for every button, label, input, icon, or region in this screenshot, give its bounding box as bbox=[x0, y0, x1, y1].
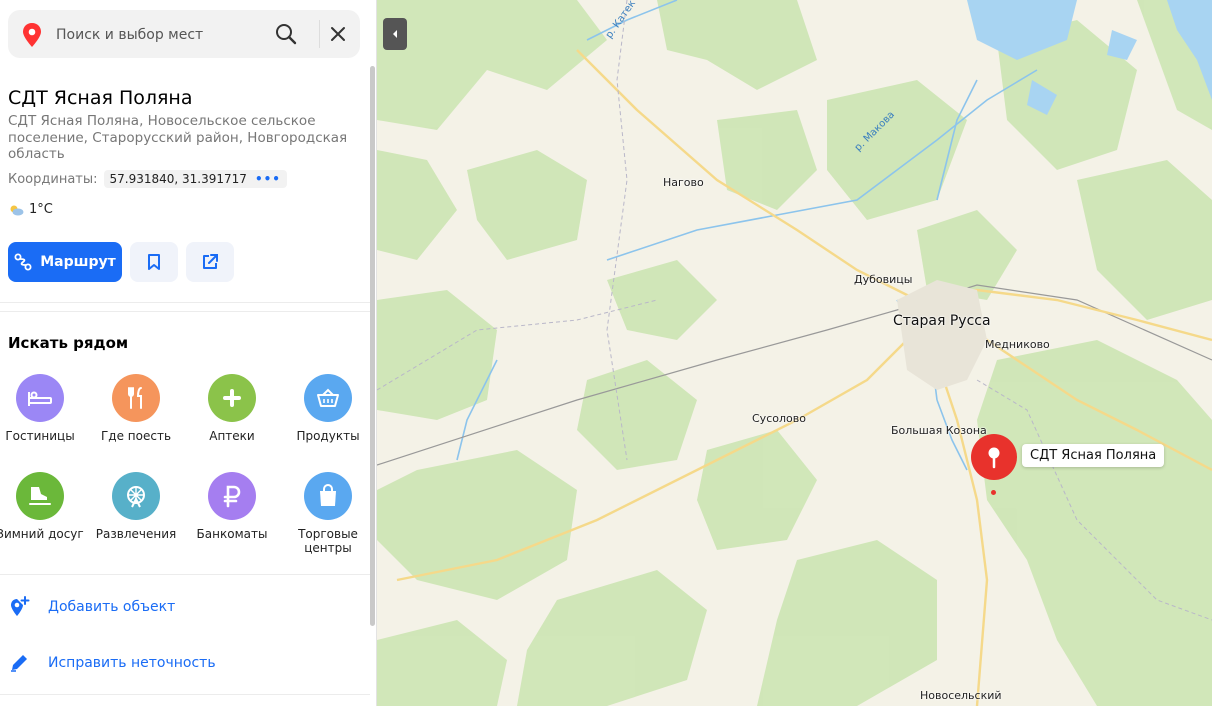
close-icon[interactable] bbox=[326, 22, 350, 46]
share-icon bbox=[203, 254, 218, 269]
map-base bbox=[377, 0, 1212, 706]
town-label[interactable]: Медниково bbox=[985, 338, 1050, 351]
town-label[interactable]: Дубовицы bbox=[854, 273, 912, 286]
collapse-sidebar-button[interactable] bbox=[383, 18, 407, 50]
share-button[interactable] bbox=[186, 242, 234, 282]
divider bbox=[0, 302, 370, 303]
fix-error-label: Исправить неточность bbox=[48, 655, 216, 671]
sidebar: СДТ Ясная Поляна СДТ Ясная Поляна, Новос… bbox=[0, 0, 377, 706]
plus-icon bbox=[208, 374, 256, 422]
weather: 1°C bbox=[8, 202, 53, 217]
add-object-label: Добавить объект bbox=[48, 599, 176, 615]
category-label: Аптеки bbox=[209, 429, 255, 443]
fork-knife-icon bbox=[112, 374, 160, 422]
coordinates-label: Координаты: bbox=[8, 171, 98, 187]
town-label[interactable]: Нагово bbox=[663, 176, 704, 189]
category-label: Где поесть bbox=[100, 429, 172, 443]
category-label: Торговые центры bbox=[298, 527, 358, 555]
route-button-label: Маршрут bbox=[40, 254, 116, 270]
pencil-icon bbox=[11, 655, 27, 672]
marker-point bbox=[991, 490, 996, 495]
category-malls[interactable]: Торговые центры bbox=[283, 472, 373, 555]
category-entertainment[interactable]: Развлечения bbox=[91, 472, 181, 541]
search-input[interactable] bbox=[54, 20, 268, 50]
town-label[interactable]: Сусолово bbox=[752, 412, 806, 425]
cloudy-sun-icon bbox=[10, 205, 24, 215]
ruble-icon bbox=[208, 472, 256, 520]
category-pharmacy[interactable]: Аптеки bbox=[187, 374, 277, 443]
category-label: Банкоматы bbox=[196, 527, 268, 541]
search-box bbox=[8, 10, 360, 58]
category-atm[interactable]: Банкоматы bbox=[187, 472, 277, 541]
location-pin-icon bbox=[23, 23, 41, 47]
divider bbox=[0, 574, 370, 575]
route-button[interactable]: Маршрут bbox=[8, 242, 122, 282]
place-address: СДТ Ясная Поляна, Новосельское сельское … bbox=[8, 113, 348, 162]
weather-temp: 1°C bbox=[29, 202, 53, 217]
category-label: Гостиницы bbox=[5, 429, 75, 443]
category-winter-leisure[interactable]: Зимний досуг bbox=[0, 472, 85, 541]
map-marker-icon[interactable] bbox=[971, 434, 1017, 480]
fix-error-button[interactable]: Исправить неточность bbox=[8, 652, 216, 674]
add-location-icon bbox=[11, 596, 30, 616]
divider bbox=[0, 694, 370, 695]
category-label: Развлечения bbox=[95, 527, 177, 541]
search-separator bbox=[319, 20, 320, 48]
add-object-button[interactable]: Добавить объект bbox=[8, 596, 175, 618]
category-label: Продукты bbox=[296, 429, 360, 443]
category-hotels[interactable]: Гостиницы bbox=[0, 374, 85, 443]
divider bbox=[0, 311, 370, 312]
city-label[interactable]: Старая Русса bbox=[893, 313, 991, 329]
coordinates-row: Координаты: 57.931840, 31.391717 ••• bbox=[8, 170, 287, 188]
nearby-title: Искать рядом bbox=[8, 334, 129, 352]
coordinates-value: 57.931840, 31.391717 bbox=[109, 172, 247, 186]
shopping-bag-icon bbox=[304, 472, 352, 520]
search-icon[interactable] bbox=[274, 22, 298, 46]
bookmark-icon bbox=[148, 254, 160, 270]
skate-icon bbox=[16, 472, 64, 520]
basket-icon bbox=[304, 374, 352, 422]
category-label: Зимний досуг bbox=[0, 527, 84, 541]
bookmark-button[interactable] bbox=[130, 242, 178, 282]
ferris-wheel-icon bbox=[112, 472, 160, 520]
coordinates-chip[interactable]: 57.931840, 31.391717 ••• bbox=[103, 170, 287, 188]
category-groceries[interactable]: Продукты bbox=[283, 374, 373, 443]
marker-label[interactable]: СДТ Ясная Поляна bbox=[1022, 444, 1165, 467]
map[interactable]: р. Катек р. Макова Нагово Дубовицы Стара… bbox=[377, 0, 1212, 706]
more-icon[interactable]: ••• bbox=[255, 172, 281, 186]
bed-icon bbox=[16, 374, 64, 422]
chevron-left-icon bbox=[393, 30, 397, 38]
place-title: СДТ Ясная Поляна bbox=[8, 87, 193, 109]
route-icon bbox=[14, 253, 32, 271]
category-food[interactable]: Где поесть bbox=[91, 374, 181, 443]
town-label[interactable]: Новосельский bbox=[920, 689, 1002, 702]
